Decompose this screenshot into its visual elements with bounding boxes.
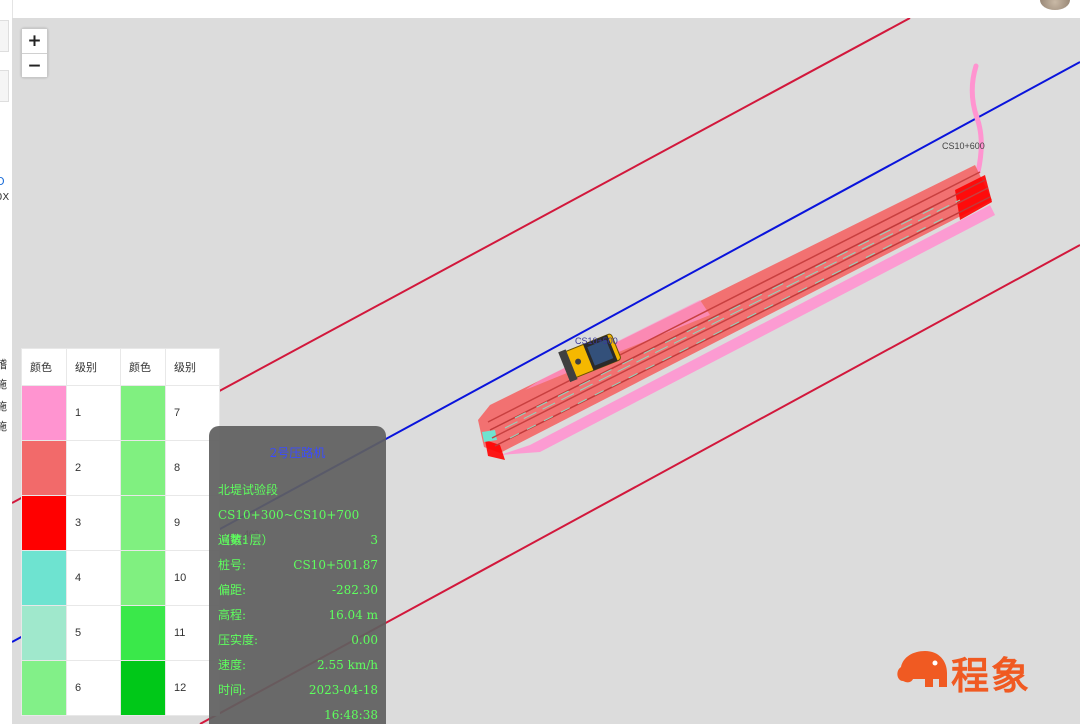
- info-row: 偏距: -282.30: [218, 578, 378, 603]
- legend-swatch: [120, 385, 166, 441]
- info-value: -282.30: [331, 583, 378, 597]
- info-row: 压实度: 0.00: [218, 628, 378, 653]
- legend-row: 39: [21, 495, 220, 551]
- info-row: 时间: 2023-04-18: [218, 678, 378, 703]
- legend-swatch: [120, 660, 166, 716]
- compaction-legend: 颜色 级别 颜色 级别 1 7 2 8 3 9 4 10 5 11 6 12: [21, 348, 220, 716]
- legend-swatch: [21, 385, 67, 441]
- legend-header-color: 颜色: [21, 348, 67, 386]
- info-key: 压实度:: [218, 633, 259, 647]
- info-value: 2.55 km/h: [317, 658, 378, 672]
- sidebar-text: 稽: [0, 358, 7, 371]
- info-row: 高程: 16.04 m: [218, 603, 378, 628]
- brand-name: 程象: [951, 654, 1032, 698]
- legend-level: 5: [66, 605, 121, 661]
- legend-swatch: [21, 605, 67, 661]
- info-value: 0.00: [351, 633, 378, 647]
- info-value: 2023-04-18: [308, 683, 378, 697]
- roller-name: 2号压路机: [269, 446, 326, 460]
- zoom-control: + −: [21, 28, 48, 78]
- info-value: 16.04 m: [328, 608, 378, 622]
- legend-level: 2: [66, 440, 121, 496]
- roller-info-panel: 2号压路机 北堤试验段CS10+300~CS10+700（第1层） 遍数: 3 桩号…: [209, 426, 386, 724]
- info-key: 遍数:: [218, 533, 247, 547]
- zoom-out-button[interactable]: −: [22, 53, 47, 77]
- brand-logo: 程象: [895, 645, 1065, 698]
- sidebar-tab[interactable]: [0, 70, 9, 102]
- info-value: CS10+501.87: [293, 558, 378, 572]
- info-row: 速度: 2.55 km/h: [218, 653, 378, 678]
- legend-row: 17: [21, 385, 220, 441]
- info-key: 时间:: [218, 683, 247, 697]
- legend-swatch: [21, 660, 67, 716]
- legend-swatch: [21, 550, 67, 606]
- station-label-end: CS10+600: [942, 141, 985, 151]
- sidebar-text: 施: [0, 378, 7, 391]
- legend-row: 6 12: [21, 660, 220, 716]
- legend-swatch: [21, 495, 67, 551]
- legend-header-level: 级别: [66, 348, 121, 386]
- legend-swatch: [120, 605, 166, 661]
- info-row: 16:48:38: [218, 703, 378, 728]
- legend-swatch: [120, 440, 166, 496]
- info-key: 高程:: [218, 608, 247, 622]
- user-avatar[interactable]: [1040, 0, 1070, 10]
- legend-swatch: [120, 495, 166, 551]
- sidebar-text: 0X: [0, 192, 10, 203]
- sidebar-tab[interactable]: [0, 20, 9, 52]
- legend-row: 28: [21, 440, 220, 496]
- legend-level: 4: [66, 550, 121, 606]
- station-label-roller: CS10+500: [575, 336, 618, 346]
- legend-header-color: 颜色: [120, 348, 166, 386]
- sidebar-radio-icon[interactable]: O: [0, 175, 10, 188]
- elephant-icon: [897, 651, 947, 687]
- sidebar-text: 施: [0, 420, 7, 433]
- zoom-in-button[interactable]: +: [22, 29, 47, 53]
- info-value: 16:48:38: [324, 708, 378, 722]
- info-key: 桩号:: [218, 558, 247, 572]
- sidebar-text: 施: [0, 400, 7, 413]
- legend-row: 4 10: [21, 550, 220, 606]
- legend-swatch: [21, 440, 67, 496]
- info-row: 遍数: 3: [218, 528, 378, 553]
- legend-swatch: [120, 550, 166, 606]
- info-key: 速度:: [218, 658, 247, 672]
- legend-header-level: 级别: [165, 348, 220, 386]
- legend-level: 1: [66, 385, 121, 441]
- legend-level: 6: [66, 660, 121, 716]
- info-row: 桩号: CS10+501.87: [218, 553, 378, 578]
- info-key: 偏距:: [218, 583, 247, 597]
- legend-row: 5 11: [21, 605, 220, 661]
- legend-level: 3: [66, 495, 121, 551]
- legend-header-row: 颜色 级别 颜色 级别: [21, 348, 220, 386]
- info-value: 3: [370, 533, 378, 547]
